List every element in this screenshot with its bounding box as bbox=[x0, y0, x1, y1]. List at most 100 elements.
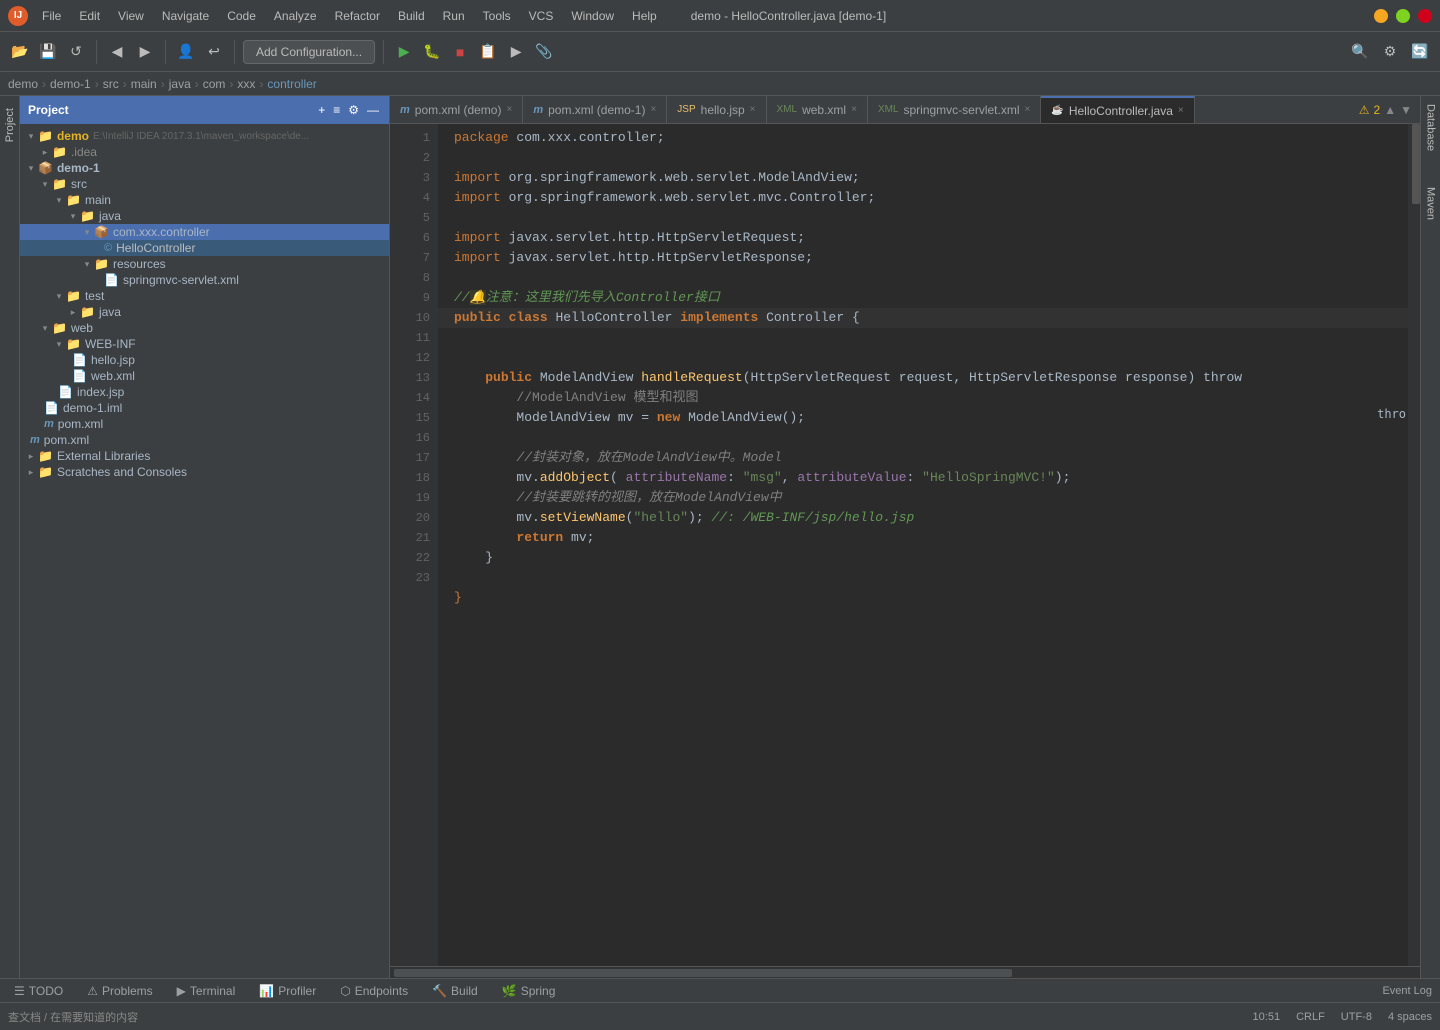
breadcrumb-main[interactable]: main bbox=[131, 77, 157, 91]
editor-scroll-indicator[interactable]: thro bbox=[1408, 124, 1420, 966]
maximize-button[interactable] bbox=[1396, 9, 1410, 23]
menu-analyze[interactable]: Analyze bbox=[266, 7, 325, 25]
tree-pom-xml-demo[interactable]: m pom.xml bbox=[20, 432, 389, 448]
minimize-button[interactable] bbox=[1374, 9, 1388, 23]
tree-com-xxx-controller[interactable]: ▾ 📦 com.xxx.controller bbox=[20, 224, 389, 240]
spring-tab[interactable]: 🌿 Spring bbox=[496, 982, 562, 1000]
warnings-down-icon[interactable]: ▼ bbox=[1400, 103, 1412, 117]
tab-close-web-xml[interactable]: × bbox=[851, 104, 857, 115]
project-settings-icon[interactable]: ⚙ bbox=[348, 103, 359, 117]
todo-tab[interactable]: ☰ TODO bbox=[8, 982, 69, 1000]
profiler-tab[interactable]: 📊 Profiler bbox=[253, 982, 322, 1000]
stop-button[interactable]: ■ bbox=[448, 40, 472, 64]
tab-close-pom-demo1[interactable]: × bbox=[650, 104, 656, 115]
tab-close-pom-demo[interactable]: × bbox=[506, 104, 512, 115]
tree-web[interactable]: ▾ 📁 web bbox=[20, 320, 389, 336]
breadcrumb-java[interactable]: java bbox=[169, 77, 191, 91]
tab-hello-jsp[interactable]: JSP hello.jsp × bbox=[667, 96, 766, 123]
breadcrumb-com[interactable]: com bbox=[203, 77, 226, 91]
scroll-thumb[interactable] bbox=[1412, 124, 1420, 204]
tree-index-jsp[interactable]: 📄 index.jsp bbox=[20, 384, 389, 400]
project-panel: Project + ≡ ⚙ — ▾ 📁 demo E:\IntelliJ IDE… bbox=[20, 96, 390, 978]
breadcrumb-src[interactable]: src bbox=[103, 77, 119, 91]
user-icon[interactable]: 👤 bbox=[174, 40, 198, 64]
h-scroll-thumb[interactable] bbox=[394, 969, 1012, 977]
menu-view[interactable]: View bbox=[110, 7, 152, 25]
refresh-icon[interactable]: ↺ bbox=[64, 40, 88, 64]
close-button[interactable] bbox=[1418, 9, 1432, 23]
left-sidebar-tabs: Project bbox=[0, 96, 20, 978]
problems-tab[interactable]: ⚠ Problems bbox=[81, 982, 158, 1000]
tree-springmvc-xml[interactable]: 📄 springmvc-servlet.xml bbox=[20, 272, 389, 288]
search-everywhere-icon[interactable]: 🔍 bbox=[1348, 40, 1372, 64]
menu-edit[interactable]: Edit bbox=[71, 7, 108, 25]
tree-scratches[interactable]: ▸ 📁 Scratches and Consoles bbox=[20, 464, 389, 480]
tree-main[interactable]: ▾ 📁 main bbox=[20, 192, 389, 208]
project-tab-label[interactable]: Project bbox=[2, 100, 18, 150]
update-icon[interactable]: 🔄 bbox=[1408, 40, 1432, 64]
menu-navigate[interactable]: Navigate bbox=[154, 7, 217, 25]
tree-idea[interactable]: ▸ 📁 .idea bbox=[20, 144, 389, 160]
tab-web-xml[interactable]: XML web.xml × bbox=[767, 96, 868, 123]
breadcrumb-demo1[interactable]: demo-1 bbox=[50, 77, 91, 91]
menu-code[interactable]: Code bbox=[219, 7, 264, 25]
code-editor[interactable]: package com.xxx.controller; import org.s… bbox=[438, 124, 1408, 966]
tree-hello-jsp[interactable]: 📄 hello.jsp bbox=[20, 352, 389, 368]
menu-file[interactable]: File bbox=[34, 7, 69, 25]
project-add-icon[interactable]: + bbox=[318, 103, 325, 117]
tree-java[interactable]: ▾ 📁 java bbox=[20, 208, 389, 224]
endpoints-tab[interactable]: ⬡ Endpoints bbox=[334, 982, 414, 1000]
tree-pom-xml-demo1[interactable]: m pom.xml bbox=[20, 416, 389, 432]
tab-pom-demo[interactable]: m pom.xml (demo) × bbox=[390, 96, 523, 123]
undo-icon[interactable]: ↩ bbox=[202, 40, 226, 64]
back-icon[interactable]: ◀ bbox=[105, 40, 129, 64]
tree-hello-controller[interactable]: © HelloController bbox=[20, 240, 389, 256]
tree-demo1-iml[interactable]: 📄 demo-1.iml bbox=[20, 400, 389, 416]
tree-demo1[interactable]: ▾ 📦 demo-1 bbox=[20, 160, 389, 176]
tab-close-hello-jsp[interactable]: × bbox=[750, 104, 756, 115]
project-collapse-icon[interactable]: ≡ bbox=[333, 103, 340, 117]
horizontal-scrollbar[interactable] bbox=[390, 966, 1420, 978]
tab-springmvc[interactable]: XML springmvc-servlet.xml × bbox=[868, 96, 1041, 123]
attach-button[interactable]: 📎 bbox=[532, 40, 556, 64]
tab-close-springmvc[interactable]: × bbox=[1025, 104, 1031, 115]
tree-webinf[interactable]: ▾ 📁 WEB-INF bbox=[20, 336, 389, 352]
build-tab[interactable]: 🔨 Build bbox=[426, 982, 484, 1000]
settings-icon[interactable]: ⚙ bbox=[1378, 40, 1402, 64]
tree-test-java[interactable]: ▸ 📁 java bbox=[20, 304, 389, 320]
breadcrumb-demo[interactable]: demo bbox=[8, 77, 38, 91]
event-log-label[interactable]: Event Log bbox=[1382, 985, 1432, 997]
todo-label: TODO bbox=[29, 984, 63, 998]
tree-root-demo[interactable]: ▾ 📁 demo E:\IntelliJ IDEA 2017.3.1\maven… bbox=[20, 128, 389, 144]
debug-button[interactable]: 🐛 bbox=[420, 40, 444, 64]
warnings-up-icon[interactable]: ▲ bbox=[1384, 103, 1396, 117]
tree-external-libs[interactable]: ▸ 📁 External Libraries bbox=[20, 448, 389, 464]
maven-tab[interactable]: Maven bbox=[1422, 179, 1440, 228]
database-tab[interactable]: Database bbox=[1422, 96, 1440, 159]
open-file-icon[interactable]: 📂 bbox=[8, 40, 32, 64]
forward-icon[interactable]: ▶ bbox=[133, 40, 157, 64]
tree-test[interactable]: ▾ 📁 test bbox=[20, 288, 389, 304]
menu-run[interactable]: Run bbox=[435, 7, 473, 25]
tree-src[interactable]: ▾ 📁 src bbox=[20, 176, 389, 192]
menu-tools[interactable]: Tools bbox=[475, 7, 519, 25]
menu-help[interactable]: Help bbox=[624, 7, 665, 25]
tab-pom-demo1[interactable]: m pom.xml (demo-1) × bbox=[523, 96, 667, 123]
save-icon[interactable]: 💾 bbox=[36, 40, 60, 64]
menu-window[interactable]: Window bbox=[563, 7, 622, 25]
add-configuration-button[interactable]: Add Configuration... bbox=[243, 40, 375, 64]
tab-hello-controller[interactable]: ☕ HelloController.java × bbox=[1041, 96, 1194, 123]
menu-build[interactable]: Build bbox=[390, 7, 433, 25]
tree-resources[interactable]: ▾ 📁 resources bbox=[20, 256, 389, 272]
coverage-button[interactable]: 📋 bbox=[476, 40, 500, 64]
tab-close-hello-controller[interactable]: × bbox=[1178, 105, 1184, 116]
terminal-tab[interactable]: ▶ Terminal bbox=[171, 982, 242, 1000]
tree-web-xml[interactable]: 📄 web.xml bbox=[20, 368, 389, 384]
run-button[interactable]: ▶ bbox=[392, 40, 416, 64]
menu-refactor[interactable]: Refactor bbox=[327, 7, 388, 25]
profiler-run-button[interactable]: ▶ bbox=[504, 40, 528, 64]
menu-vcs[interactable]: VCS bbox=[521, 7, 562, 25]
breadcrumb-xxx[interactable]: xxx bbox=[237, 77, 255, 91]
project-close-icon[interactable]: — bbox=[367, 103, 379, 117]
breadcrumb-controller[interactable]: controller bbox=[267, 77, 316, 91]
